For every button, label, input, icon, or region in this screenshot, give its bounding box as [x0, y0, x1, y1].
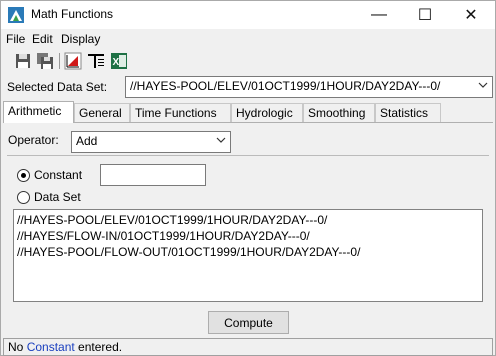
tab-arithmetic-label: Arithmetic	[8, 104, 62, 118]
function-tabs: Arithmetic General Time Functions Hydrol…	[3, 101, 493, 123]
tab-smoothing[interactable]: Smoothing	[303, 103, 375, 123]
menu-file[interactable]: File	[6, 32, 25, 46]
maximize-icon: ☐	[417, 7, 433, 24]
list-item[interactable]: //HAYES-POOL/FLOW-OUT/01OCT1999/1HOUR/DA…	[17, 244, 479, 260]
minimize-icon: —	[371, 6, 387, 23]
status-suffix: entered.	[74, 340, 123, 354]
dataset-radio[interactable]	[17, 191, 30, 204]
operator-value: Add	[76, 134, 98, 148]
toolbar: X	[1, 49, 495, 73]
selected-dataset-value: //HAYES-POOL/ELEV/01OCT1999/1HOUR/DAY2DA…	[130, 79, 441, 93]
status-prefix: No	[8, 340, 27, 354]
menu-edit[interactable]: Edit	[32, 32, 53, 46]
selected-dataset-combo[interactable]: //HAYES-POOL/ELEV/01OCT1999/1HOUR/DAY2DA…	[125, 76, 493, 98]
chevron-down-icon	[478, 82, 488, 88]
operator-label: Operator:	[8, 133, 59, 147]
tab-hydrologic[interactable]: Hydrologic	[231, 103, 303, 123]
tab-statistics[interactable]: Statistics	[375, 103, 441, 123]
menu-bar: File Edit Display	[1, 29, 495, 49]
tab-time-functions-label: Time Functions	[135, 106, 217, 120]
list-item[interactable]: //HAYES/FLOW-IN/01OCT1999/1HOUR/DAY2DAY-…	[17, 228, 479, 244]
dataset-option-label: Data Set	[34, 190, 81, 204]
tab-arithmetic[interactable]: Arithmetic	[3, 101, 74, 123]
compute-button[interactable]: Compute	[208, 311, 289, 334]
radio-selected-dot	[21, 173, 26, 178]
plot-icon[interactable]	[64, 52, 82, 70]
chevron-down-icon	[216, 137, 226, 143]
title-bar: Math Functions — ☐ ✕	[1, 1, 495, 29]
close-icon: ✕	[464, 7, 478, 24]
operator-select[interactable]: Add	[71, 131, 231, 153]
menu-display[interactable]: Display	[61, 32, 100, 46]
tab-time-functions[interactable]: Time Functions	[130, 103, 231, 123]
save-all-icon[interactable]	[36, 52, 54, 70]
tab-hydrologic-label: Hydrologic	[236, 106, 293, 120]
tab-general-label: General	[79, 106, 122, 120]
status-bar: No Constant entered.	[3, 338, 493, 356]
math-functions-window: Math Functions — ☐ ✕ File Edit Display X…	[0, 0, 496, 356]
table-icon[interactable]	[87, 52, 105, 70]
save-icon[interactable]	[14, 52, 32, 70]
status-highlight: Constant	[26, 340, 75, 354]
window-title: Math Functions	[31, 7, 114, 21]
toolbar-separator	[59, 53, 60, 69]
compute-button-label: Compute	[224, 315, 273, 330]
constant-input[interactable]	[100, 164, 206, 186]
svg-text:X: X	[113, 57, 120, 68]
tab-smoothing-label: Smoothing	[308, 106, 366, 120]
constant-label: Constant	[34, 168, 83, 182]
close-button[interactable]: ✕	[448, 1, 494, 29]
excel-icon[interactable]: X	[110, 52, 128, 70]
tab-general[interactable]: General	[74, 103, 130, 123]
selected-dataset-label: Selected Data Set:	[7, 80, 108, 94]
dataset-list[interactable]: //HAYES-POOL/ELEV/01OCT1999/1HOUR/DAY2DA…	[13, 209, 483, 302]
tab-statistics-label: Statistics	[380, 106, 429, 120]
constant-radio[interactable]	[17, 169, 30, 182]
minimize-button[interactable]: —	[356, 1, 402, 29]
maximize-button[interactable]: ☐	[402, 1, 448, 29]
app-icon	[8, 7, 24, 23]
list-item[interactable]: //HAYES-POOL/ELEV/01OCT1999/1HOUR/DAY2DA…	[17, 212, 479, 228]
panel-divider	[7, 155, 489, 156]
